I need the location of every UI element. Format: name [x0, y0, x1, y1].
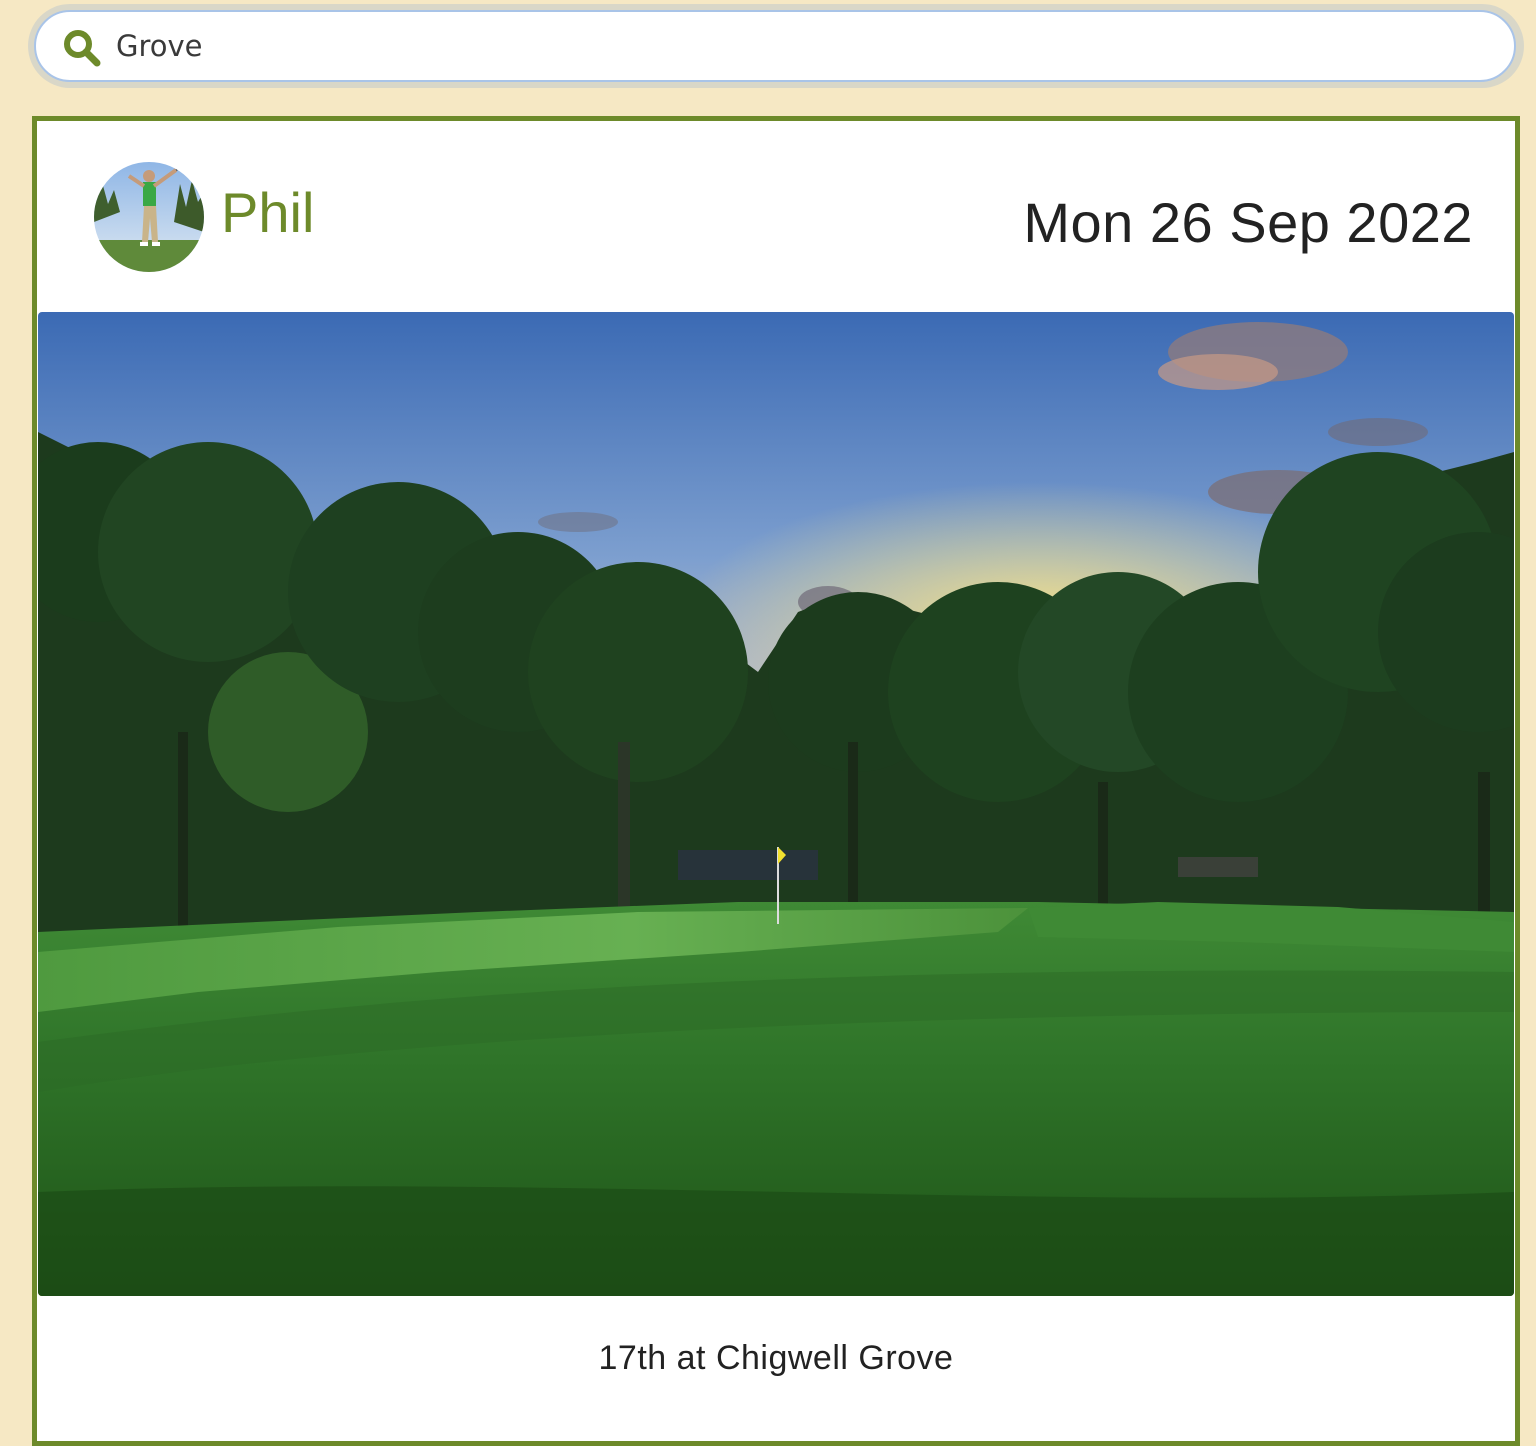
search-field[interactable]	[34, 10, 1516, 82]
author-name[interactable]: Phil	[221, 181, 314, 245]
search-bar	[28, 4, 1524, 88]
post-caption: 17th at Chigwell Grove	[598, 1339, 954, 1377]
post-date: Mon 26 Sep 2022	[1023, 191, 1473, 254]
post-card: Phil Mon 26 Sep 2022 17th at Chigwell Gr…	[32, 116, 1520, 1446]
search-icon[interactable]	[62, 28, 102, 68]
search-input[interactable]	[116, 24, 1476, 68]
post-photo[interactable]	[38, 312, 1514, 1296]
avatar[interactable]	[94, 162, 204, 272]
